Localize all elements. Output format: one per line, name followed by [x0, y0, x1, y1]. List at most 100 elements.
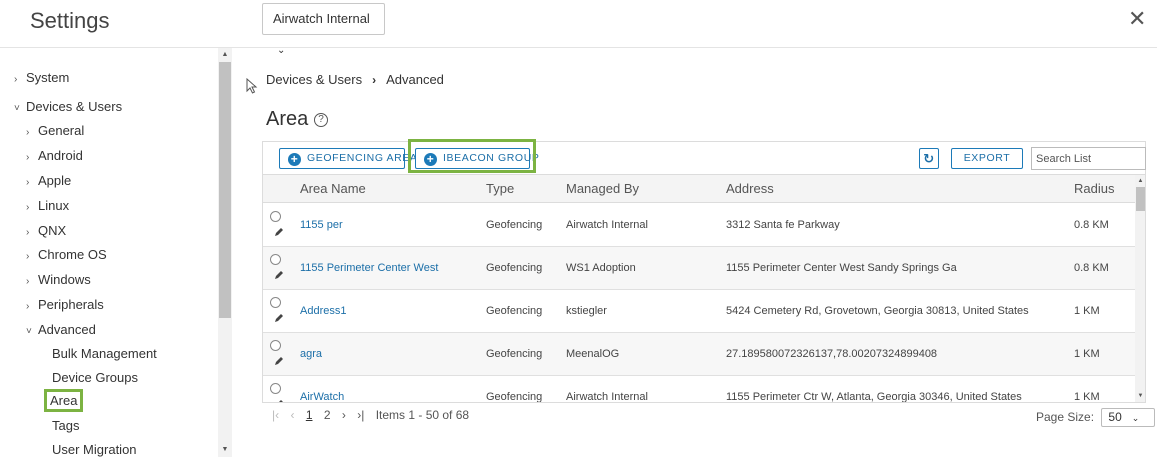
page-size-value: 50 [1108, 410, 1122, 424]
sidebar-item-label: Device Groups [52, 370, 138, 385]
close-icon[interactable]: ✕ [1128, 8, 1146, 30]
pencil-edit-icon[interactable] [274, 227, 284, 237]
page-title: Area [266, 108, 309, 130]
scroll-up-arrow-icon[interactable]: ▲ [218, 49, 232, 61]
column-header-type[interactable]: Type [486, 181, 514, 196]
refresh-button[interactable]: ↻ [919, 148, 939, 169]
add-ibeacon-group-button[interactable]: + IBEACON GROUP [415, 148, 539, 169]
breadcrumb: Devices & Users › Advanced [266, 72, 444, 87]
table-row[interactable]: 1155 Perimeter Center West Geofencing WS… [263, 247, 1135, 290]
help-icon[interactable]: ? [314, 113, 328, 127]
table-row[interactable]: agra Geofencing MeenalOG 27.189580072326… [263, 333, 1135, 376]
plus-circle-icon: + [288, 153, 301, 166]
row-select-radio[interactable] [270, 254, 281, 265]
page-1-link[interactable]: 1 [306, 408, 313, 422]
pagination: |‹ ‹ 1 2 › ›| Items 1 - 50 of 68 [272, 408, 477, 422]
breadcrumb-parent[interactable]: Devices & Users [266, 72, 362, 87]
column-header-address[interactable]: Address [726, 181, 774, 196]
area-radius: 1 KM [1074, 348, 1100, 360]
page-size-label: Page Size: [1036, 410, 1095, 424]
sidebar-item-user-migration[interactable]: User Migration [52, 442, 137, 457]
table-row[interactable]: AirWatch Geofencing Airwatch Internal 11… [263, 376, 1135, 403]
mouse-cursor-icon [246, 78, 258, 94]
refresh-icon: ↻ [923, 151, 935, 166]
area-name-link[interactable]: 1155 per [300, 219, 343, 231]
area-address: 5424 Cemetery Rd, Grovetown, Georgia 308… [726, 305, 1029, 317]
column-header-radius[interactable]: Radius [1074, 181, 1114, 196]
search-input[interactable] [1031, 147, 1146, 170]
breadcrumb-current[interactable]: Advanced [386, 72, 444, 87]
sidebar-item-label: Area [50, 393, 78, 408]
pencil-edit-icon[interactable] [274, 356, 284, 366]
sidebar-item-advanced[interactable]: ˅ Advanced [26, 322, 96, 337]
area-name-link[interactable]: Address1 [300, 305, 346, 317]
sidebar-item-apple[interactable]: › Apple [26, 173, 71, 188]
sidebar-item-general[interactable]: › General [26, 123, 84, 138]
sidebar-item-chrome-os[interactable]: › Chrome OS [26, 247, 107, 262]
row-select-radio[interactable] [270, 340, 281, 351]
area-name-link[interactable]: AirWatch [300, 391, 344, 402]
area-radius: 0.8 KM [1074, 262, 1109, 274]
sidebar-item-label: QNX [38, 223, 67, 238]
area-managed-by: WS1 Adoption [566, 262, 636, 274]
area-radius: 1 KM [1074, 305, 1100, 317]
pencil-edit-icon[interactable] [274, 313, 284, 323]
sidebar-item-label: Android [38, 148, 83, 163]
sidebar-item-linux[interactable]: › Linux [26, 198, 69, 213]
first-page-icon[interactable]: |‹ [272, 408, 279, 422]
sidebar-item-label: Tags [52, 418, 80, 433]
sidebar-item-area[interactable]: Area [43, 389, 84, 412]
sidebar-item-devices-users[interactable]: ˅ Devices & Users [14, 99, 122, 114]
table-row[interactable]: Address1 Geofencing kstiegler 5424 Cemet… [263, 290, 1135, 333]
scroll-down-arrow-icon[interactable]: ▼ [218, 444, 232, 456]
sidebar-scrollbar-thumb[interactable] [219, 62, 231, 318]
sidebar-item-device-groups[interactable]: Device Groups [52, 370, 138, 385]
next-page-icon[interactable]: › [342, 408, 346, 422]
chevron-right-icon: › [26, 227, 30, 238]
sidebar-item-windows[interactable]: › Windows [26, 272, 91, 287]
scroll-up-arrow-icon[interactable]: ▲ [1135, 176, 1145, 186]
scroll-down-arrow-icon[interactable]: ▼ [1135, 391, 1145, 401]
sidebar-item-system[interactable]: › System [14, 70, 69, 85]
chevron-right-icon: › [26, 276, 30, 287]
sidebar-item-tags[interactable]: Tags [52, 418, 79, 433]
page-2-link[interactable]: 2 [324, 408, 331, 422]
area-type: Geofencing [486, 305, 543, 317]
chevron-down-icon: ˅ [14, 103, 20, 114]
add-geofencing-area-button[interactable]: + GEOFENCING AREA [279, 148, 417, 169]
toolbar: + GEOFENCING AREA + IBEACON GROUP ↻ EXPORT [262, 141, 1146, 174]
sidebar-item-label: Chrome OS [38, 247, 107, 262]
row-select-radio[interactable] [270, 211, 281, 222]
organization-group-select[interactable]: Airwatch Internal ⌄ [262, 3, 385, 56]
row-select-radio[interactable] [270, 297, 281, 308]
export-button[interactable]: EXPORT [951, 148, 1023, 169]
sidebar-item-android[interactable]: › Android [26, 148, 83, 163]
column-header-managed-by[interactable]: Managed By [566, 181, 639, 196]
table-row[interactable]: 1155 per Geofencing Airwatch Internal 33… [263, 204, 1135, 247]
chevron-right-icon: › [26, 202, 30, 213]
sidebar-item-bulk-management[interactable]: Bulk Management [52, 346, 157, 361]
row-select-radio[interactable] [270, 383, 281, 394]
area-managed-by: Airwatch Internal [566, 391, 648, 403]
sidebar-item-label: System [26, 70, 70, 85]
pencil-edit-icon[interactable] [274, 270, 284, 280]
area-address: 27.189580072326137,78.00207324899408 [726, 348, 938, 360]
table-scrollbar-thumb[interactable] [1136, 187, 1145, 211]
area-name-link[interactable]: agra [300, 348, 322, 360]
chevron-right-icon: › [26, 127, 30, 138]
column-header-area-name[interactable]: Area Name [300, 181, 366, 196]
sidebar-item-peripherals[interactable]: › Peripherals [26, 297, 104, 312]
button-label: IBEACON GROUP [443, 152, 540, 164]
items-count: Items 1 - 50 of 68 [375, 408, 470, 422]
sidebar-item-label: Devices & Users [26, 99, 123, 114]
chevron-down-icon: ⌄ [1131, 413, 1140, 423]
sidebar-item-qnx[interactable]: › QNX [26, 223, 66, 238]
sidebar-item-label: General [38, 123, 85, 138]
sidebar-item-label: Linux [38, 198, 70, 213]
pencil-edit-icon[interactable] [274, 399, 284, 403]
page-size-select[interactable]: 50 ⌄ [1101, 408, 1156, 427]
area-name-link[interactable]: 1155 Perimeter Center West [300, 262, 438, 274]
sidebar-item-label: Apple [38, 173, 72, 188]
last-page-icon[interactable]: ›| [357, 408, 364, 422]
previous-page-icon[interactable]: ‹ [290, 408, 294, 422]
